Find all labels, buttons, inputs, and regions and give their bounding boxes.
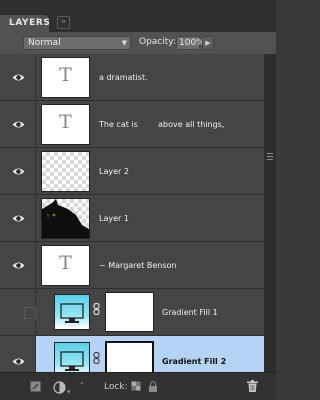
new-layer-icon[interactable] [30,381,41,392]
link-icon[interactable] [93,352,100,364]
panel-header: LAYERS » [0,0,276,32]
layer-controls-bar: Normal ▼ Opacity: 100% ▶ [0,32,276,54]
visibility-toggle[interactable] [0,289,36,335]
text-layer-glyph: T [59,64,72,86]
scrollbar-grip-icon[interactable] [266,151,274,163]
layer-row-selected[interactable]: Gradient Fill 2 [0,336,264,372]
visibility-toggle[interactable] [0,195,36,241]
layer-name[interactable]: ~ Margaret Benson [99,261,177,270]
layer-row[interactable]: Layer 1 [0,195,264,242]
lock-icon[interactable] [148,381,158,392]
visibility-toggle[interactable] [0,54,36,100]
blend-mode-value: Normal [28,38,61,48]
layer-thumbnail: T [41,57,90,98]
fx-style-icon[interactable]: · [80,378,84,390]
trash-icon[interactable] [247,380,258,392]
opacity-value: 100% [179,38,205,48]
visibility-off-icon [24,307,36,319]
tab-layers-label: LAYERS [9,18,51,28]
monitor-icon [60,303,84,323]
layer-row[interactable]: T The cat is above all things, [0,101,264,148]
layer-row[interactable]: T ~ Margaret Benson [0,242,264,289]
layer-thumbnail [41,151,90,192]
visibility-toggle[interactable] [0,336,36,372]
layers-footer: ▾ · Lock: [0,372,276,400]
layer-name[interactable]: a dramatist. [99,73,148,82]
eye-icon [12,168,25,175]
opacity-input[interactable]: 100% [176,36,205,50]
adjustment-layer-icon[interactable] [53,381,66,394]
gradient-fill-thumbnail [54,342,90,372]
link-icon[interactable] [93,303,100,315]
visibility-toggle[interactable] [0,148,36,194]
lock-transparency-icon[interactable] [131,381,141,391]
text-layer-glyph: T [59,111,72,133]
monitor-icon [60,351,84,371]
chevron-down-icon: ▼ [121,39,127,47]
opacity-label: Opacity: [139,37,176,47]
layer-row[interactable]: Layer 2 [0,148,264,195]
eye-icon [12,358,25,365]
cat-image-icon [42,199,89,238]
eye-icon [12,121,25,128]
layer-thumbnail [41,198,90,239]
layer-name[interactable]: Gradient Fill 1 [162,308,218,317]
visibility-toggle[interactable] [0,242,36,288]
visibility-toggle[interactable] [0,101,36,147]
layer-mask-thumbnail[interactable] [105,292,154,332]
layer-name[interactable]: The cat is above all things, [99,120,224,129]
lock-label: Lock: [104,382,128,392]
layer-mask-thumbnail[interactable] [105,341,154,372]
layers-list: T a dramatist. T The cat is above all th… [0,54,264,372]
layer-name[interactable]: Gradient Fill 2 [162,357,226,366]
tab-layers[interactable]: LAYERS [0,15,51,32]
layer-row[interactable]: Gradient Fill 1 [0,289,264,336]
opacity-slider-toggle-icon[interactable]: ▶ [202,36,214,50]
eye-icon [12,74,25,81]
layer-name[interactable]: Layer 2 [99,167,129,176]
panel-menu-icon[interactable]: » [57,16,70,29]
blend-mode-select[interactable]: Normal ▼ [23,36,131,50]
layer-name[interactable]: Layer 1 [99,214,129,223]
layers-scrollbar[interactable] [264,54,276,372]
text-layer-glyph: T [59,252,72,274]
eye-icon [12,262,25,269]
gradient-fill-thumbnail [54,294,90,330]
layer-thumbnail: T [41,104,90,145]
dropdown-caret-icon[interactable]: ▾ [67,386,71,398]
layer-thumbnail: T [41,245,90,286]
layer-row[interactable]: T a dramatist. [0,54,264,101]
eye-icon [12,215,25,222]
